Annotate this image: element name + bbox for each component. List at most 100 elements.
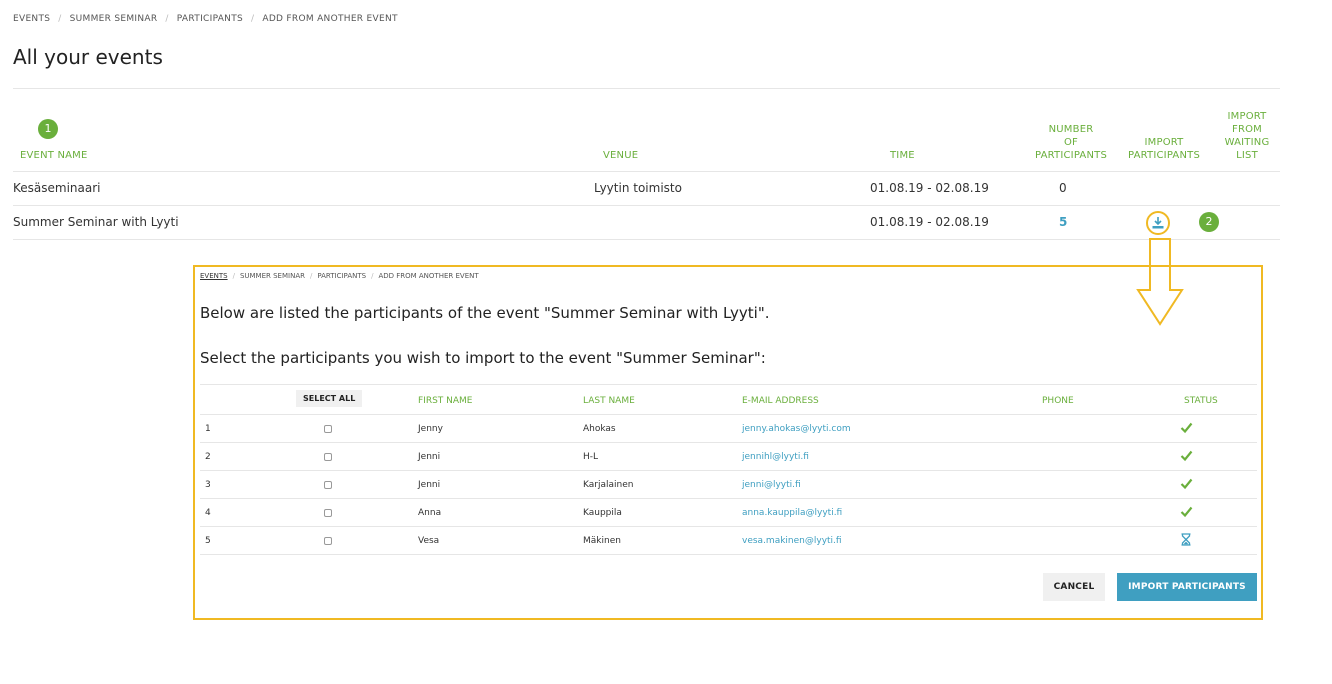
row-number: 2 [205,452,211,462]
header-import-participants: IMPORT PARTICIPANTS [1116,136,1212,162]
first-name: Jenni [418,452,441,462]
header-import-from-waiting-list: IMPORT FROM WAITING LIST [1217,110,1277,162]
last-name: Ahokas [583,424,616,434]
breadcrumb-participants[interactable]: PARTICIPANTS [177,14,243,24]
panel-description: Below are listed the participants of the… [200,304,770,322]
status-cell [1180,477,1193,493]
hourglass-icon [1181,533,1191,546]
panel-instruction: Select the participants you wish to impo… [200,349,766,367]
event-time: 01.08.19 - 02.08.19 [870,215,989,229]
breadcrumb-add-from-another-event: ADD FROM ANOTHER EVENT [262,14,398,24]
email-link[interactable]: anna.kauppila@lyyti.fi [742,508,842,518]
last-name: Karjalainen [583,480,634,490]
event-name: Summer Seminar with Lyyti [13,215,179,229]
header-of-line: OF [1063,137,1079,148]
event-participant-count: 0 [1059,181,1067,195]
last-name: H-L [583,452,599,462]
import-participants-button[interactable] [1146,211,1170,235]
participant-checkbox[interactable] [324,453,332,461]
last-name: Mäkinen [583,536,621,546]
row-number: 1 [205,424,211,434]
participant-checkbox[interactable] [324,537,332,545]
event-time: 01.08.19 - 02.08.19 [870,181,989,195]
event-venue: Lyytin toimisto [594,181,682,195]
breadcrumb-separator: / [232,272,235,280]
header-number-line: NUMBER [1048,124,1094,135]
select-all-button[interactable]: SELECT ALL [296,390,363,407]
check-icon [1180,422,1193,434]
event-participant-count-link[interactable]: 5 [1059,215,1067,229]
check-icon [1180,478,1193,490]
header-participants-line: PARTICIPANTS [1127,150,1200,161]
header-import-line: IMPORT [1144,137,1184,148]
participant-checkbox[interactable] [324,509,332,517]
participants-table: SELECT ALL FIRST NAME LAST NAME E-MAIL A… [200,384,1257,555]
check-icon [1180,450,1193,462]
breadcrumb: EVENTS / SUMMER SEMINAR / PARTICIPANTS / ADD F… [13,14,398,24]
import-participants-submit-button[interactable]: IMPORT PARTICIPANTS [1117,573,1257,601]
header-last-name: LAST NAME [583,396,635,406]
participant-checkbox[interactable] [324,481,332,489]
step-badge-2: 2 [1199,212,1219,232]
participant-row: 5 Vesa Mäkinen vesa.makinen@lyyti.fi [200,527,1257,555]
status-cell [1180,533,1192,549]
email-link[interactable]: vesa.makinen@lyyti.fi [742,536,842,546]
check-icon [1180,506,1193,518]
first-name: Vesa [418,536,440,546]
participants-table-header: SELECT ALL FIRST NAME LAST NAME E-MAIL A… [200,385,1257,415]
panel-breadcrumb-participants[interactable]: PARTICIPANTS [317,272,366,280]
row-number: 4 [205,508,211,518]
event-name: Kesäseminaari [13,181,101,195]
email-link[interactable]: jenny.ahokas@lyyti.com [742,424,851,434]
participant-row: 3 Jenni Karjalainen jenni@lyyti.fi [200,471,1257,499]
first-name: Jenny [418,424,443,434]
header-phone: PHONE [1042,396,1074,406]
breadcrumb-separator: / [58,14,62,24]
header-time[interactable]: TIME [890,149,915,162]
panel-breadcrumb-events[interactable]: EVENTS [200,272,228,280]
header-first-name: FIRST NAME [418,396,473,406]
events-table-header: 1 EVENT NAME VENUE TIME NUMBER OF PARTIC… [13,88,1280,172]
row-number: 3 [205,480,211,490]
breadcrumb-separator: / [251,14,255,24]
email-link[interactable]: jennihl@lyyti.fi [742,452,809,462]
breadcrumb-summer-seminar[interactable]: SUMMER SEMINAR [70,14,158,24]
panel-breadcrumb-summer-seminar[interactable]: SUMMER SEMINAR [240,272,305,280]
header-status: STATUS [1184,396,1218,406]
header-event-name[interactable]: EVENT NAME [20,149,88,162]
breadcrumb-separator: / [371,272,374,280]
download-icon [1152,217,1164,229]
events-table: 1 EVENT NAME VENUE TIME NUMBER OF PARTIC… [13,88,1280,240]
header-participants-line: PARTICIPANTS [1034,150,1107,161]
last-name: Kauppila [583,508,622,518]
header-email: E-MAIL ADDRESS [742,396,819,406]
header-venue[interactable]: VENUE [603,149,638,162]
cancel-button[interactable]: CANCEL [1043,573,1105,601]
header-import-line: IMPORT [1227,111,1267,122]
panel-breadcrumb-add: ADD FROM ANOTHER EVENT [378,272,479,280]
event-row: Summer Seminar with Lyyti 01.08.19 - 02.… [13,206,1280,240]
import-participants-panel: EVENTS / SUMMER SEMINAR / PARTICIPANTS / ADD F… [193,265,1263,620]
header-number-of-participants[interactable]: NUMBER OF PARTICIPANTS [1026,123,1116,162]
event-row: Kesäseminaari Lyytin toimisto 01.08.19 -… [13,172,1280,206]
status-cell [1180,449,1193,465]
panel-breadcrumb: EVENTS / SUMMER SEMINAR / PARTICIPANTS / ADD F… [200,272,479,280]
breadcrumb-separator: / [309,272,313,280]
breadcrumb-separator: / [165,14,169,24]
participant-checkbox[interactable] [324,425,332,433]
email-link[interactable]: jenni@lyyti.fi [742,480,801,490]
page-title: All your events [13,45,163,69]
step-badge-1: 1 [38,119,58,139]
header-waiting-line: WAITING [1224,137,1270,148]
first-name: Jenni [418,480,441,490]
participant-row: 1 Jenny Ahokas jenny.ahokas@lyyti.com [200,415,1257,443]
participant-row: 4 Anna Kauppila anna.kauppila@lyyti.fi [200,499,1257,527]
header-list-line: LIST [1236,150,1258,161]
participant-row: 2 Jenni H-L jennihl@lyyti.fi [200,443,1257,471]
status-cell [1180,421,1193,437]
first-name: Anna [418,508,442,518]
header-from-line: FROM [1232,124,1262,135]
breadcrumb-events[interactable]: EVENTS [13,14,50,24]
row-number: 5 [205,536,211,546]
status-cell [1180,505,1193,521]
